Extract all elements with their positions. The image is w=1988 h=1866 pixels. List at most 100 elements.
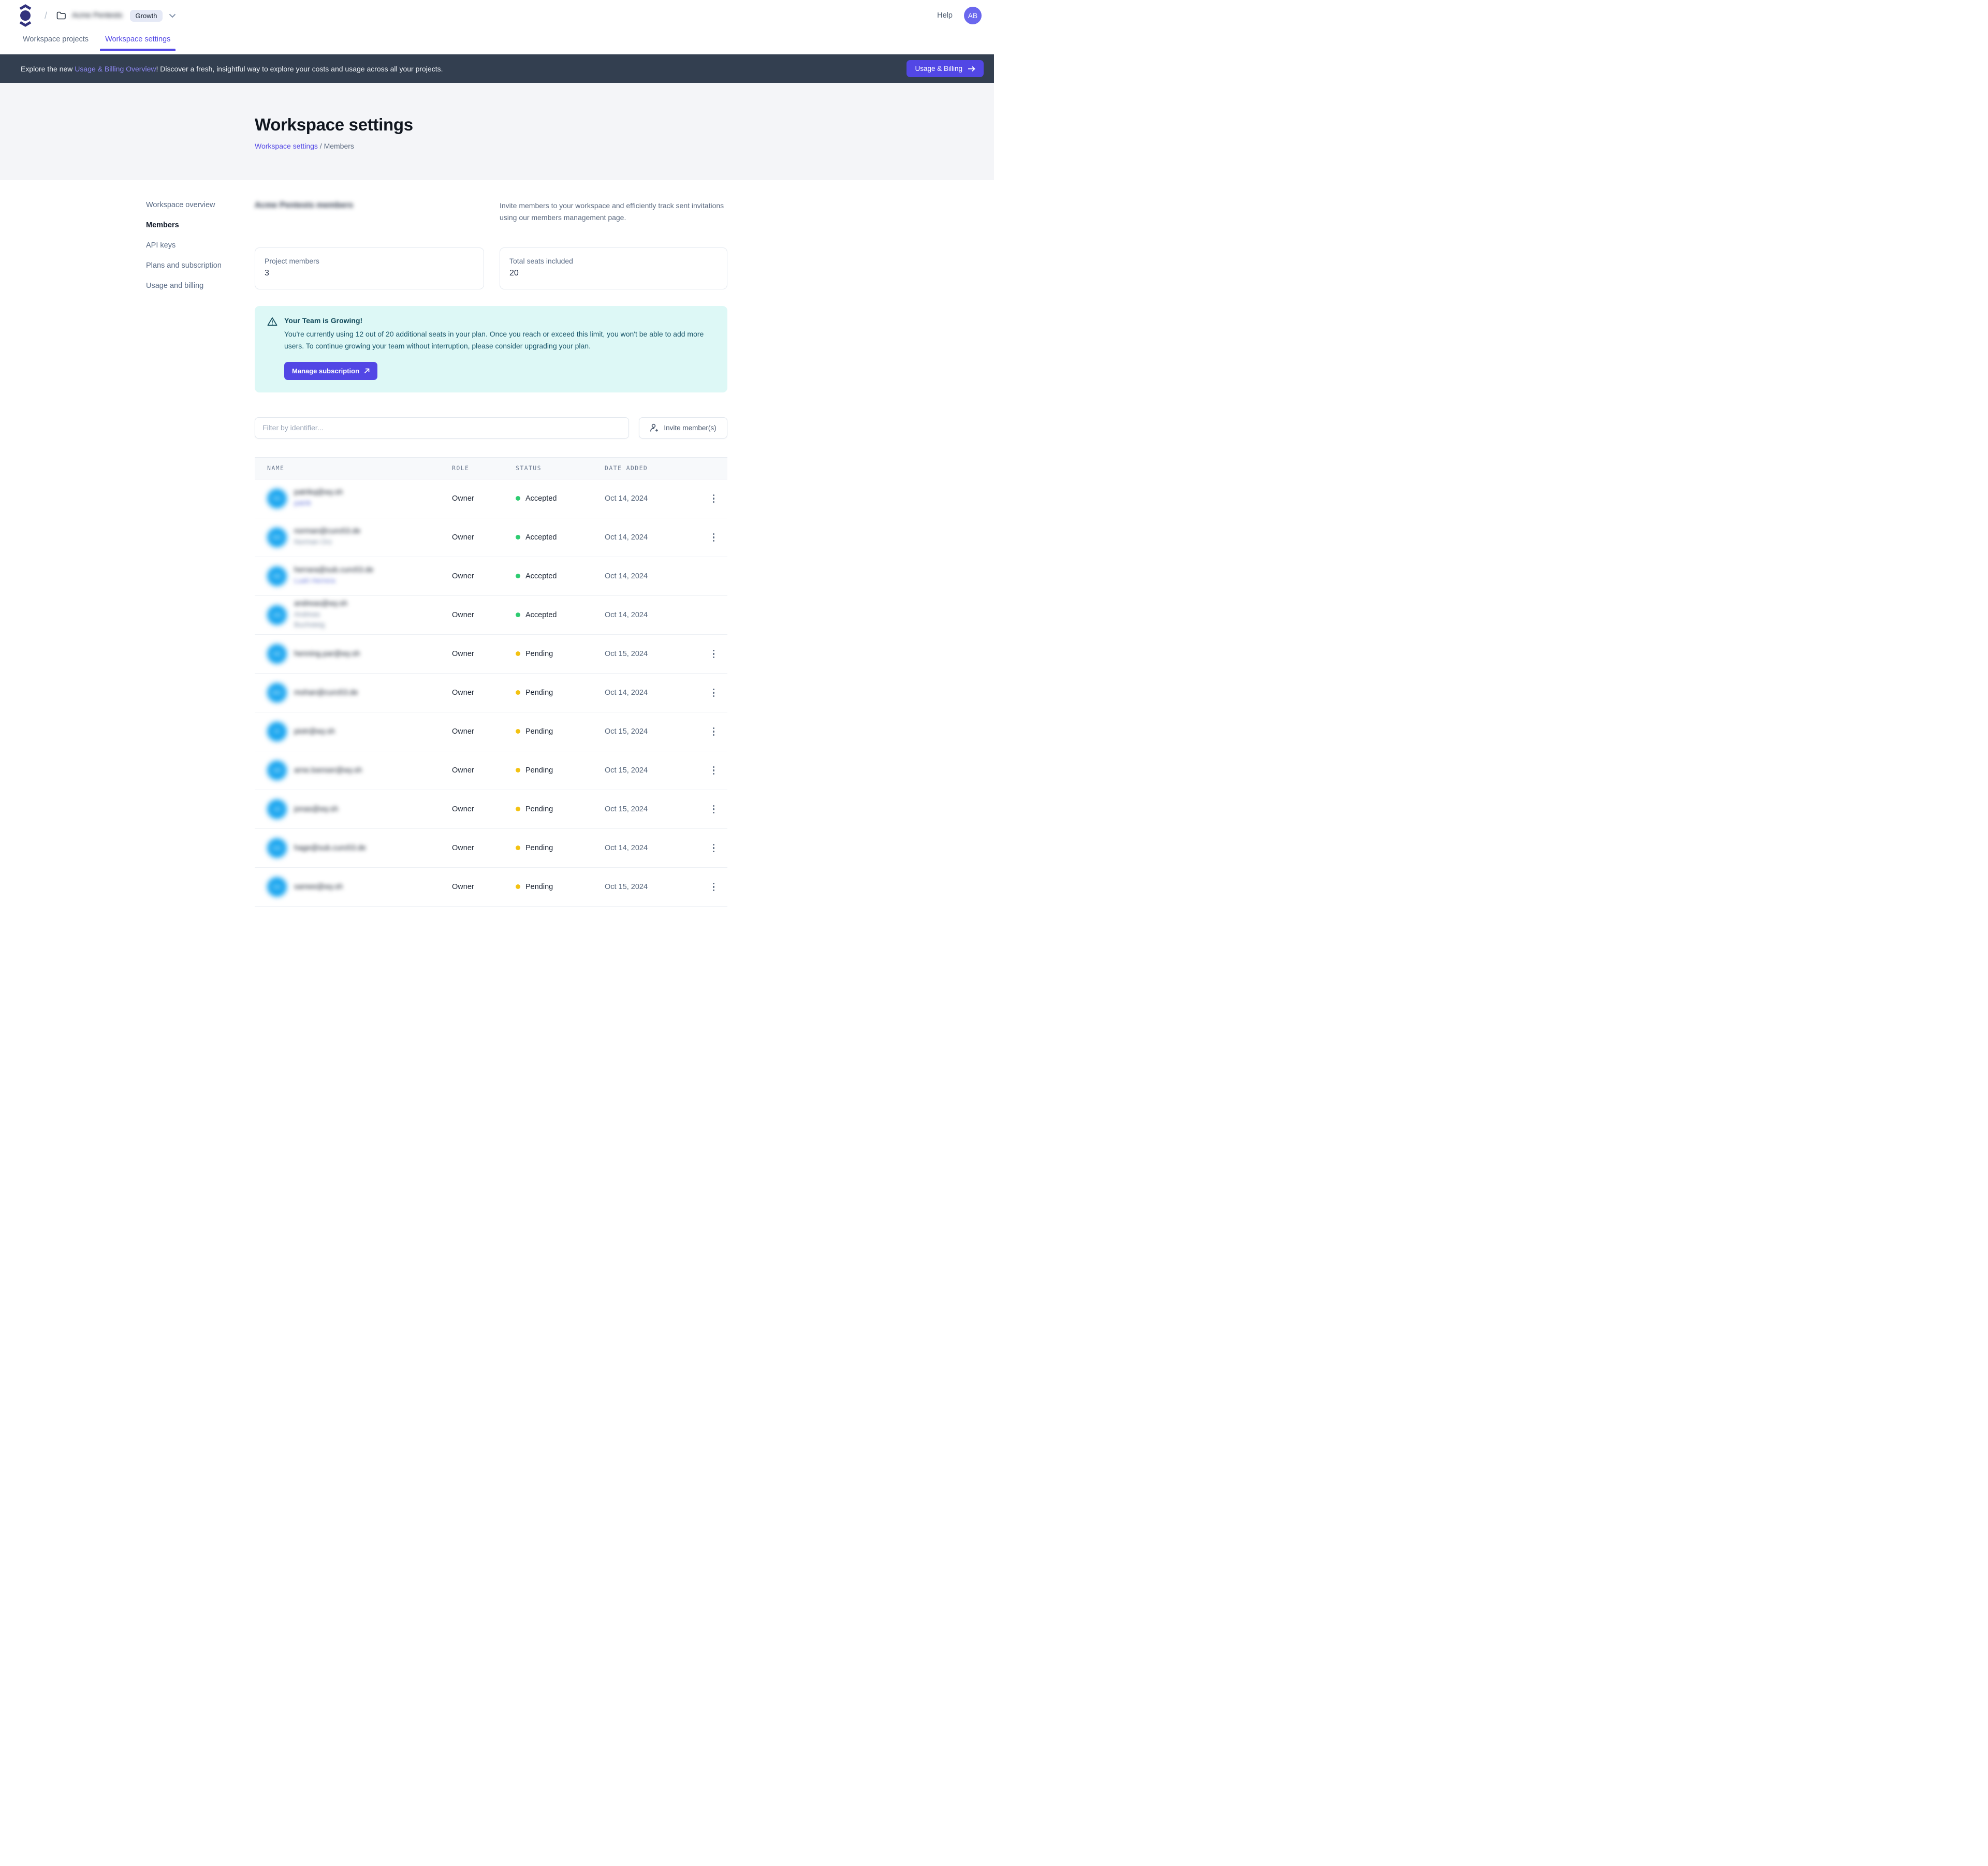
status-dot-icon xyxy=(516,535,520,540)
sidebar-item-workspace-overview[interactable]: Workspace overview xyxy=(146,200,234,211)
row-menu-button[interactable] xyxy=(709,762,719,779)
column-header-name: NAME xyxy=(255,464,452,472)
arrow-right-icon xyxy=(968,66,975,72)
member-role: Owner xyxy=(452,533,516,542)
status-dot-icon xyxy=(516,845,520,850)
member-role: Owner xyxy=(452,572,516,580)
filter-input[interactable] xyxy=(255,417,629,439)
member-role: Owner xyxy=(452,689,516,697)
team-growing-alert: Your Team is Growing! You're currently u… xyxy=(255,306,727,392)
topbar: / Acme Pentests Growth Help AB Workspace… xyxy=(0,0,994,54)
help-link[interactable]: Help xyxy=(937,11,953,20)
row-menu-button[interactable] xyxy=(709,684,719,702)
member-secondary-name[interactable]: patrik xyxy=(294,498,343,508)
member-status: Pending xyxy=(525,805,553,813)
member-avatar: JO xyxy=(267,799,287,819)
member-status: Pending xyxy=(525,766,553,775)
member-role: Owner xyxy=(452,844,516,852)
breadcrumb: Workspace settings / Members xyxy=(255,142,994,150)
member-avatar: AN xyxy=(267,605,287,625)
member-role: Owner xyxy=(452,766,516,775)
member-secondary-name[interactable]: Norman Orz xyxy=(294,537,360,547)
brand-logo-icon[interactable] xyxy=(18,4,33,27)
members-table: NAME ROLE STATUS DATE ADDED PA patrikq@w… xyxy=(255,457,727,907)
breadcrumb-link[interactable]: Workspace settings xyxy=(255,142,318,150)
row-menu-button[interactable] xyxy=(709,529,719,546)
member-role: Owner xyxy=(452,650,516,658)
row-menu-button[interactable] xyxy=(709,801,719,818)
member-secondary-name[interactable]: AndreasBuchsteig xyxy=(294,609,347,631)
member-date-added: Oct 14, 2024 xyxy=(605,572,700,580)
row-menu-button[interactable] xyxy=(709,840,719,857)
table-row: JO jonas@wy.sh Owner Pending Oct 15, 202… xyxy=(255,790,727,829)
arrow-up-right-icon xyxy=(364,368,370,374)
sidebar-item-api-keys[interactable]: API keys xyxy=(146,240,234,252)
member-email: arne.loenser@wy.sh xyxy=(294,766,362,775)
column-header-role: ROLE xyxy=(452,464,516,472)
invite-members-button[interactable]: Invite member(s) xyxy=(639,417,727,439)
member-email: norman@curo53.de xyxy=(294,527,360,535)
member-email: henning.par@wy.sh xyxy=(294,650,360,658)
table-row: AN andreas@wy.sh AndreasBuchsteig Owner … xyxy=(255,596,727,635)
member-date-added: Oct 15, 2024 xyxy=(605,727,700,736)
column-header-date-added: DATE ADDED xyxy=(605,464,700,472)
status-dot-icon xyxy=(516,613,520,617)
project-members-value: 3 xyxy=(265,269,474,278)
status-dot-icon xyxy=(516,768,520,772)
members-table-header: NAME ROLE STATUS DATE ADDED xyxy=(255,457,727,479)
banner-link[interactable]: Usage & Billing Overview xyxy=(75,65,156,73)
member-role: Owner xyxy=(452,883,516,891)
member-status: Pending xyxy=(525,650,553,658)
member-avatar: AR xyxy=(267,761,287,780)
member-avatar: HE xyxy=(267,566,287,586)
table-row: SA samee@wy.sh Owner Pending Oct 15, 202… xyxy=(255,868,727,907)
usage-billing-button[interactable]: Usage & Billing xyxy=(907,60,984,77)
sidebar-item-members[interactable]: Members xyxy=(146,220,234,231)
member-email: andreas@wy.sh xyxy=(294,600,347,608)
folder-icon xyxy=(56,11,66,20)
member-avatar: PI xyxy=(267,722,287,741)
breadcrumb-separator: / xyxy=(45,10,47,21)
banner-text: Explore the new Usage & Billing Overview… xyxy=(21,65,443,73)
manage-subscription-button[interactable]: Manage subscription xyxy=(284,362,377,380)
member-avatar: SA xyxy=(267,877,287,897)
status-dot-icon xyxy=(516,807,520,811)
member-avatar: NO xyxy=(267,528,287,547)
plan-badge: Growth xyxy=(130,10,163,22)
member-role: Owner xyxy=(452,494,516,503)
member-date-added: Oct 15, 2024 xyxy=(605,766,700,775)
members-heading: Acme Pentests members xyxy=(255,200,500,224)
table-row: PA patrikq@wy.sh patrik Owner Accepted O… xyxy=(255,479,727,518)
settings-sidenav: Workspace overview Members API keys Plan… xyxy=(146,200,234,907)
row-menu-button[interactable] xyxy=(709,490,719,507)
member-status: Pending xyxy=(525,844,553,852)
alert-title: Your Team is Growing! xyxy=(284,316,715,325)
member-email: hage@sub.curo53.de xyxy=(294,844,366,852)
sidebar-item-plans-subscription[interactable]: Plans and subscription xyxy=(146,260,234,272)
table-row: PI piotr@wy.sh Owner Pending Oct 15, 202… xyxy=(255,712,727,751)
members-table-body: PA patrikq@wy.sh patrik Owner Accepted O… xyxy=(255,479,727,907)
tab-workspace-settings[interactable]: Workspace settings xyxy=(103,31,172,51)
tab-workspace-projects[interactable]: Workspace projects xyxy=(21,31,91,51)
member-status: Accepted xyxy=(525,572,557,580)
total-seats-label: Total seats included xyxy=(509,257,718,265)
project-members-label: Project members xyxy=(265,257,474,265)
row-menu-button[interactable] xyxy=(709,646,719,663)
sidebar-item-usage-billing[interactable]: Usage and billing xyxy=(146,281,234,292)
member-role: Owner xyxy=(452,611,516,619)
page-title: Workspace settings xyxy=(255,115,994,135)
member-avatar: HA xyxy=(267,838,287,858)
member-role: Owner xyxy=(452,727,516,736)
user-avatar[interactable]: AB xyxy=(964,7,982,24)
row-menu-button[interactable] xyxy=(709,723,719,740)
member-email: herrara@sub.curo53.de xyxy=(294,566,373,574)
member-secondary-name[interactable]: Luah Herrera xyxy=(294,576,373,586)
member-email: mohan@curo53.de xyxy=(294,689,358,697)
workspace-name[interactable]: Acme Pentests xyxy=(72,11,123,20)
chevron-down-icon[interactable] xyxy=(169,13,176,18)
table-row: NO norman@curo53.de Norman Orz Owner Acc… xyxy=(255,518,727,557)
row-menu-button[interactable] xyxy=(709,879,719,896)
member-status: Accepted xyxy=(525,533,557,542)
table-row: HA hage@sub.curo53.de Owner Pending Oct … xyxy=(255,829,727,868)
member-status: Accepted xyxy=(525,494,557,503)
